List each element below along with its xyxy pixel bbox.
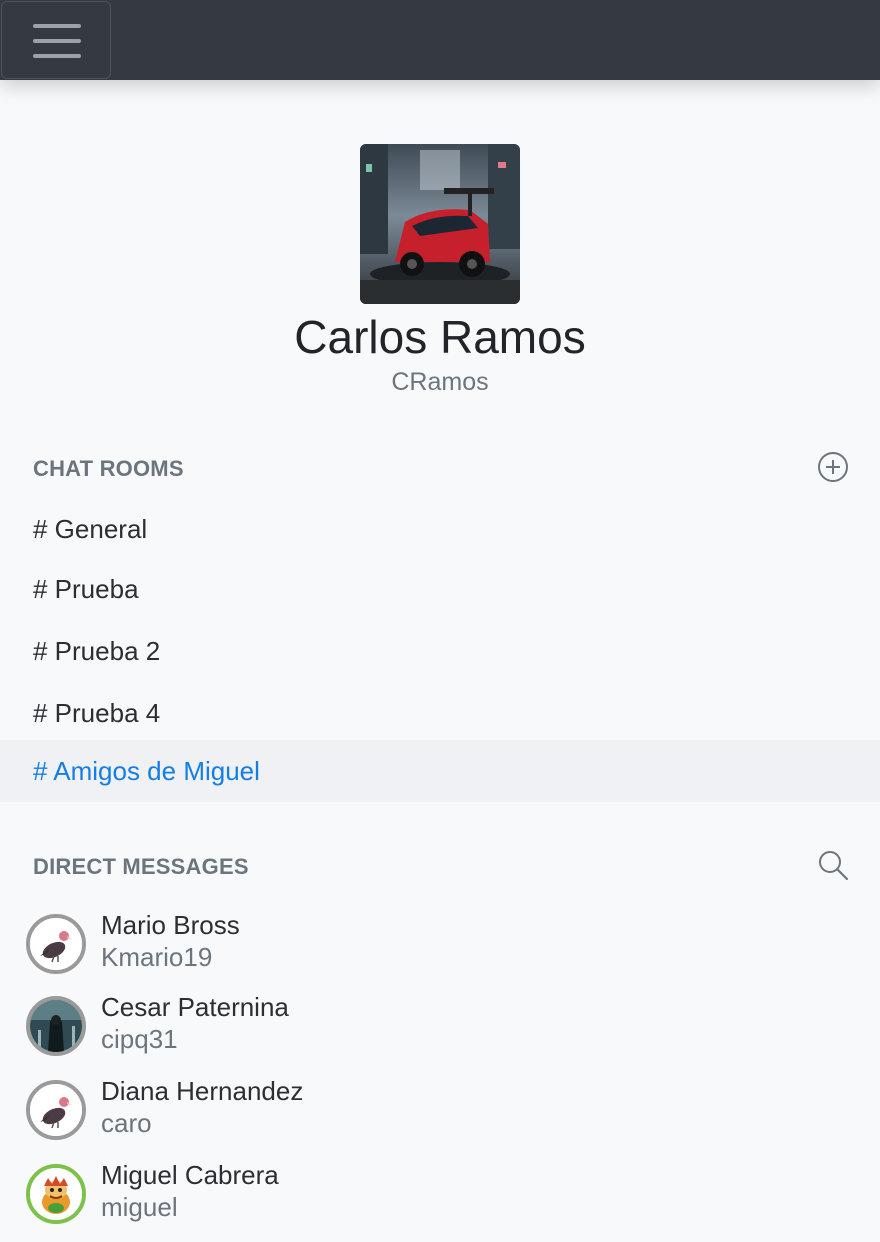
hamburger-menu-button[interactable] xyxy=(1,1,111,79)
dm-user-mario-bross[interactable]: Mario Bross Kmario19 xyxy=(0,908,880,992)
dm-username: miguel xyxy=(101,1192,178,1222)
dm-name: Diana Hernandez xyxy=(101,1076,304,1106)
dm-name: Miguel Cabrera xyxy=(101,1160,279,1190)
dm-username: caro xyxy=(101,1108,152,1138)
avatar xyxy=(26,1164,86,1224)
chat-room-amigos-de-miguel[interactable]: # Amigos de Miguel xyxy=(0,740,880,802)
direct-messages-header: DIRECT MESSAGES xyxy=(0,846,880,886)
dm-name: Mario Bross xyxy=(101,910,240,940)
menu-icon-bar xyxy=(33,39,81,43)
profile-name: Carlos Ramos xyxy=(294,311,586,363)
menu-icon-bar xyxy=(33,54,81,58)
dm-user-cesar-paternina[interactable]: Cesar Paternina cipq31 xyxy=(0,990,880,1074)
chat-room-prueba-4[interactable]: # Prueba 4 xyxy=(0,682,880,744)
dm-name: Cesar Paternina xyxy=(101,992,289,1022)
dm-username: cipq31 xyxy=(101,1024,178,1054)
chat-room-general[interactable]: # General xyxy=(0,498,880,560)
profile-cover-image xyxy=(360,144,520,304)
profile-username: CRamos xyxy=(391,368,489,396)
dm-username: Kmario19 xyxy=(101,942,213,972)
chat-room-prueba[interactable]: # Prueba xyxy=(0,558,880,620)
search-icon[interactable] xyxy=(816,848,850,882)
chat-rooms-title: CHAT ROOMS xyxy=(33,456,184,481)
avatar xyxy=(26,996,86,1056)
top-navbar xyxy=(0,0,880,80)
avatar xyxy=(26,914,86,974)
chat-rooms-header: CHAT ROOMS xyxy=(0,448,880,488)
direct-messages-title: DIRECT MESSAGES xyxy=(33,854,249,879)
avatar xyxy=(26,1080,86,1140)
plus-circle-icon[interactable] xyxy=(816,450,850,484)
profile-card: Carlos Ramos CRamos xyxy=(0,144,880,398)
dm-user-diana-hernandez[interactable]: Diana Hernandez caro xyxy=(0,1074,880,1158)
chat-room-prueba-2[interactable]: # Prueba 2 xyxy=(0,620,880,682)
dm-user-miguel-cabrera[interactable]: Miguel Cabrera miguel xyxy=(0,1158,880,1242)
menu-icon xyxy=(33,24,81,28)
